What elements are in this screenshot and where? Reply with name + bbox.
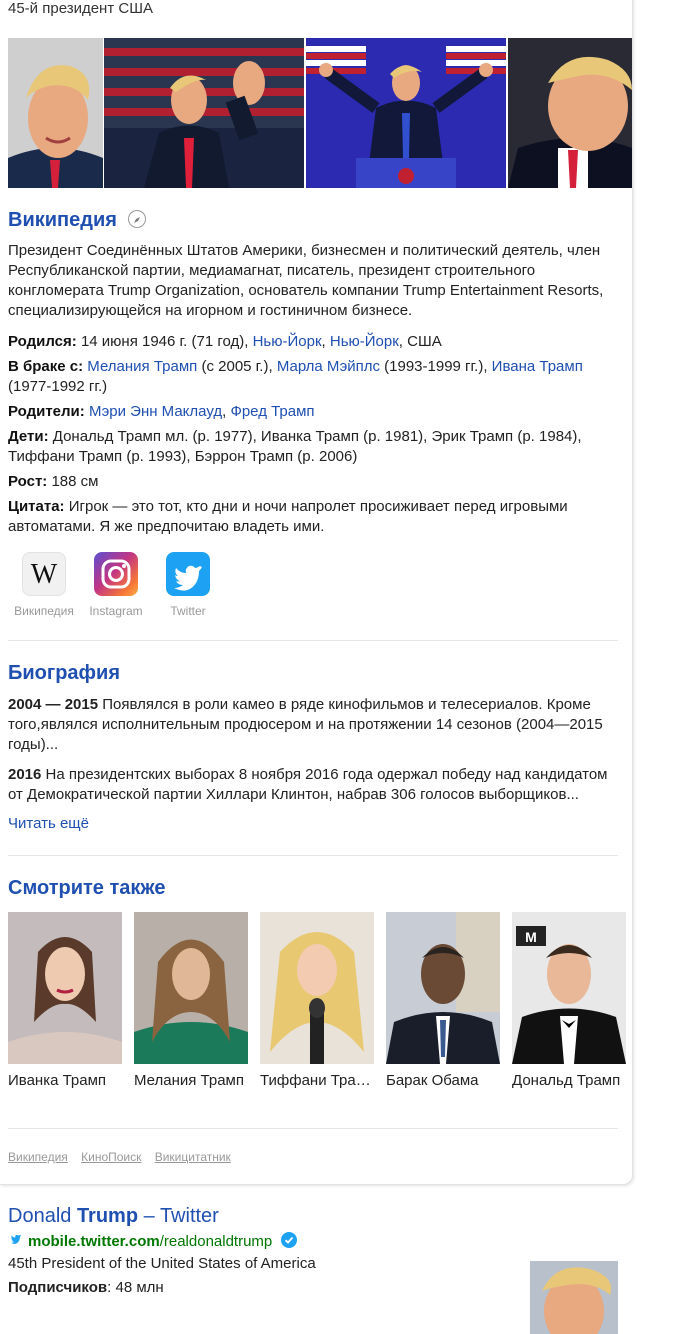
read-more-link[interactable]: Читать ещё: [8, 815, 89, 832]
compass-icon[interactable]: [128, 209, 147, 228]
fact-quote-label: Цитата:: [8, 498, 65, 515]
fact-born-label: Родился:: [8, 333, 77, 350]
fact-quote: Цитата: Игрок — это тот, кто дни и ночи …: [8, 497, 618, 537]
see-also-carousel[interactable]: Иванка Трамп Мелания Трамп Тиффани Тра…: [8, 912, 632, 1092]
social-wikipedia[interactable]: W Википедия: [8, 552, 80, 618]
result-url[interactable]: mobile.twitter.com/realdonaldtrump: [8, 1232, 298, 1250]
fact-height: Рост: 188 см: [8, 472, 618, 492]
see-also-name[interactable]: Иванка Трамп: [8, 1072, 126, 1089]
see-also-photo[interactable]: [8, 912, 122, 1064]
biography-heading[interactable]: Биография: [8, 662, 120, 685]
fact-married-label: В браке с:: [8, 358, 84, 375]
twitter-bird-icon: [10, 1234, 22, 1244]
result-url-domain[interactable]: mobile.twitter.com: [28, 1233, 160, 1250]
spouse-years: (с 2005 г.),: [201, 358, 273, 375]
result-url-path[interactable]: /realdonaldtrump: [160, 1233, 273, 1250]
social-label: Twitter: [170, 604, 206, 618]
fact-born-text: 14 июня 1946 г. (71 год),: [80, 333, 249, 350]
biography-text: Появлялся в роли камео в ряде кинофильмо…: [8, 696, 603, 753]
entity-subtitle: 45-й президент США: [8, 0, 153, 17]
result-thumbnail[interactable]: [530, 1261, 618, 1334]
result-followers: Подписчиков: 48 млн: [8, 1279, 164, 1296]
see-also-photo[interactable]: [386, 912, 500, 1064]
see-also-photo[interactable]: [134, 912, 248, 1064]
see-also-item[interactable]: Иванка Трамп: [8, 912, 122, 1089]
born-state-link[interactable]: Нью-Йорк: [330, 333, 399, 350]
followers-label: Подписчиков: [8, 1279, 108, 1296]
see-also-photo[interactable]: [260, 912, 374, 1064]
see-also-item[interactable]: M Дональд Трамп: [512, 912, 626, 1089]
fact-children: Дети: Дональд Трамп мл. (р. 1977), Иванк…: [8, 427, 618, 467]
fact-married: В браке с: Мелания Трамп (с 2005 г.), Ма…: [8, 357, 618, 397]
fact-parents-label: Родители:: [8, 403, 85, 420]
svg-text:W: W: [31, 559, 58, 590]
biography-entry: 2016 На президентских выборах 8 ноября 2…: [8, 765, 618, 805]
biography-year: 2016: [8, 766, 42, 783]
born-city-link[interactable]: Нью-Йорк: [253, 333, 322, 350]
photo-3[interactable]: [306, 38, 506, 188]
source-link[interactable]: КиноПоиск: [81, 1150, 141, 1164]
source-link[interactable]: Викицитатник: [155, 1150, 231, 1164]
wikipedia-heading-text[interactable]: Википедия: [8, 209, 117, 231]
result-title-link[interactable]: Donald Trump – Twitter: [8, 1205, 219, 1228]
see-also-item[interactable]: Мелания Трамп: [134, 912, 248, 1089]
see-also-name[interactable]: Тиффани Тра…: [260, 1072, 378, 1089]
biography-year: 2004 — 2015: [8, 696, 99, 713]
separator: ,: [321, 333, 326, 350]
result-title-part[interactable]: – Twitter: [138, 1205, 219, 1227]
biography-text: На президентских выборах 8 ноября 2016 г…: [8, 766, 608, 803]
see-also-name[interactable]: Барак Обама: [386, 1072, 504, 1089]
facts-list: Родился: 14 июня 1946 г. (71 год), Нью-Й…: [8, 332, 618, 542]
svg-text:M: M: [525, 929, 537, 945]
result-description: 45th President of the United States of A…: [8, 1255, 316, 1272]
spouse-link-marla[interactable]: Марла Мэйплс: [277, 358, 380, 375]
spouse-link-melania[interactable]: Мелания Трамп: [87, 358, 197, 375]
spouse-link-ivana[interactable]: Ивана Трамп: [492, 358, 583, 375]
wikipedia-icon[interactable]: W: [22, 552, 66, 596]
parent-link-fred[interactable]: Фред Трамп: [230, 403, 314, 420]
fact-children-text: Дональд Трамп мл. (р. 1977), Иванка Трам…: [8, 428, 582, 465]
sources-list: Википедия КиноПоиск Викицитатник: [8, 1150, 241, 1164]
spouse-years: (1977-1992 гг.): [8, 378, 108, 395]
fact-height-label: Рост:: [8, 473, 48, 490]
fact-parents: Родители: Мэри Энн Маклауд, Фред Трамп: [8, 402, 618, 422]
photo-1[interactable]: [8, 38, 103, 188]
parent-link-mary[interactable]: Мэри Энн Маклауд: [89, 403, 222, 420]
biography-list: 2004 — 2015 Появлялся в роли камео в ряд…: [8, 695, 618, 815]
divider: [8, 855, 618, 856]
fact-quote-text: Игрок — это тот, кто дни и ночи напролет…: [8, 498, 568, 535]
social-label: Instagram: [89, 604, 143, 618]
see-also-item[interactable]: Барак Обама: [386, 912, 500, 1089]
result-title-bold[interactable]: Trump: [77, 1205, 138, 1227]
photo-4[interactable]: [508, 38, 632, 188]
wikipedia-description: Президент Соединённых Штатов Америки, би…: [8, 242, 604, 319]
biography-entry: 2004 — 2015 Появлялся в роли камео в ряд…: [8, 695, 618, 755]
fact-born: Родился: 14 июня 1946 г. (71 год), Нью-Й…: [8, 332, 618, 352]
result-title-part[interactable]: Donald: [8, 1205, 77, 1227]
spouse-years: (1993-1999 гг.),: [384, 358, 488, 375]
social-twitter[interactable]: Twitter: [152, 552, 224, 618]
see-also-name[interactable]: Дональд Трамп: [512, 1072, 630, 1089]
verified-badge-icon: [281, 1232, 298, 1248]
photo-2[interactable]: [104, 38, 304, 188]
social-label: Википедия: [14, 604, 74, 618]
see-also-item[interactable]: Тиффани Тра…: [260, 912, 374, 1089]
born-country: , США: [398, 333, 442, 350]
fact-height-text: 188 см: [51, 473, 99, 490]
source-link[interactable]: Википедия: [8, 1150, 68, 1164]
social-instagram[interactable]: Instagram: [80, 552, 152, 618]
see-also-name[interactable]: Мелания Трамп: [134, 1072, 252, 1089]
wikipedia-heading[interactable]: Википедия: [8, 209, 147, 232]
photo-strip[interactable]: [8, 38, 632, 188]
followers-value: : 48 млн: [107, 1279, 164, 1296]
see-also-heading[interactable]: Смотрите также: [8, 877, 165, 900]
divider: [8, 1128, 618, 1129]
fact-children-label: Дети:: [8, 428, 49, 445]
instagram-icon[interactable]: [94, 552, 138, 596]
twitter-icon[interactable]: [166, 552, 210, 596]
separator: ,: [222, 403, 227, 420]
divider: [8, 640, 618, 641]
see-also-photo[interactable]: M: [512, 912, 626, 1064]
